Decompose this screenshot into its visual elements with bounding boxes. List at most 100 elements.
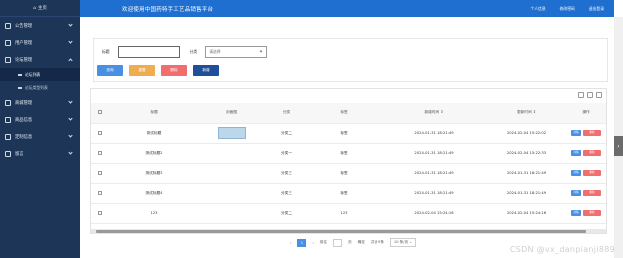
sidebar-home[interactable]: ⌂ 主页 (0, 0, 80, 17)
search-button[interactable]: 查询 (97, 65, 123, 76)
row-checkbox[interactable] (98, 130, 102, 135)
sidebar-item[interactable]: 定制信息 (0, 128, 80, 145)
row-checkbox[interactable] (98, 190, 102, 195)
operation-cell: 详情 删除 (564, 163, 606, 184)
detail-button[interactable]: 详情 (571, 170, 581, 176)
sidebar-item[interactable]: 用户管理 (0, 34, 80, 51)
updated-time-cell: 2024-01-31 18:21:49 (489, 183, 564, 204)
table-row: 测试标题3 分类三 标签 2024-01-31 18:21:49 2024-01-31 … (91, 163, 606, 184)
page-size-select[interactable]: 10 条/页 ⌄ (389, 238, 417, 247)
column-header: 分类 (264, 103, 309, 124)
category-cell: 分类二 (264, 203, 309, 224)
prev-page-icon[interactable]: ‹ (290, 241, 291, 245)
reset-button[interactable]: 重置 (129, 65, 155, 76)
chevron-right-icon[interactable]: › (614, 136, 623, 156)
chevron-down-icon: ⌄ (409, 240, 413, 244)
sidebar-menu: 公告管理用户管理 论坛管理论坛列表论坛类型列表商城管理商品信息定制信息留言 (0, 17, 80, 162)
row-checkbox[interactable] (98, 210, 102, 215)
cover-image-cell (199, 123, 264, 144)
add-button[interactable]: 新增 (193, 65, 219, 76)
title-cell: 123 (109, 203, 199, 224)
operation-cell: 详情 删除 (564, 123, 606, 144)
horizontal-scrollbar[interactable] (91, 229, 606, 233)
chevron-icon (68, 150, 73, 155)
scrollbar-thumb[interactable] (96, 229, 586, 233)
row-select-cell (91, 123, 109, 144)
grid-icon (5, 39, 11, 46)
row-checkbox[interactable] (98, 150, 102, 155)
sidebar-item[interactable]: 论坛管理 (0, 51, 80, 68)
category-cell: 分类二 (264, 123, 309, 144)
page-number[interactable]: 1 (297, 238, 307, 247)
row-delete-button[interactable]: 删除 (583, 130, 601, 136)
sidebar-item-label: 商城管理 (15, 100, 33, 106)
nav-change-password[interactable]: 修改密码 (560, 6, 575, 12)
grid-icon (5, 22, 11, 29)
nav-logout[interactable]: 退出登录 (589, 6, 604, 12)
grid-icon (5, 116, 11, 123)
sidebar-home-label: 主页 (37, 6, 47, 11)
next-page-icon[interactable]: › (312, 241, 313, 245)
cover-image-cell (199, 163, 264, 184)
row-delete-button[interactable]: 删除 (583, 210, 601, 216)
title-filter-label: 标题 (102, 49, 110, 54)
row-select-cell (91, 143, 109, 164)
detail-button[interactable]: 详情 (571, 130, 581, 136)
created-time-cell: 2024-02-04 15:24:16 (379, 203, 489, 224)
row-checkbox[interactable] (98, 170, 102, 175)
sidebar-subitem-label: 论坛类型列表 (25, 84, 48, 90)
action-buttons: 查询 重置 删除 新增 (97, 65, 219, 76)
row-delete-button[interactable]: 删除 (583, 150, 601, 156)
column-header[interactable]: 更新时间 ⇕ (489, 103, 564, 124)
grid-icon (5, 133, 11, 140)
created-time-cell: 2024-01-31 18:21:49 (379, 123, 489, 144)
row-delete-button[interactable]: 删除 (583, 170, 601, 176)
type-filter-select[interactable]: 请选择 (205, 46, 268, 58)
total-count: 共计5条 (370, 240, 384, 244)
detail-button[interactable]: 详情 (571, 190, 581, 196)
export-icon[interactable] (596, 92, 602, 98)
sidebar-item-label: 商品信息 (15, 117, 33, 123)
grid-icon (5, 150, 11, 157)
column-header[interactable]: 新增时间 ⇕ (379, 103, 489, 124)
tag-cell: 123 (309, 203, 379, 224)
table-row: 测试标题 分类二 标签 2024-01-31 18:21:49 2024-02-04 1… (91, 123, 606, 144)
nav-profile[interactable]: 个人信息 (530, 6, 545, 12)
column-header: 操作 (564, 103, 606, 124)
sidebar-item[interactable]: 公告管理 (0, 17, 80, 34)
list-icon (18, 86, 22, 89)
cover-image-cell (199, 183, 264, 204)
sidebar-subitem[interactable]: 论坛列表 (0, 68, 80, 81)
confirm-button[interactable]: 确定 (358, 240, 365, 245)
filter-row: 标题 分类 请选择 (102, 46, 268, 58)
sidebar-subitem-label: 论坛列表 (25, 71, 41, 77)
row-delete-button[interactable]: 删除 (583, 190, 601, 196)
title-filter-input[interactable] (117, 46, 180, 58)
page-title: 欢迎使用中国药特手工艺品销售平台 (122, 7, 214, 13)
created-time-cell: 2024-01-31 18:21:49 (379, 183, 489, 204)
table-toolbar (578, 92, 602, 98)
page-suffix: 页 (348, 240, 352, 244)
top-nav: 个人信息 修改密码 退出登录 (530, 6, 604, 12)
detail-button[interactable]: 详情 (571, 210, 581, 216)
sidebar-item-label: 留言 (15, 151, 24, 157)
goto-input[interactable] (333, 238, 343, 247)
sidebar-subitem[interactable]: 论坛类型列表 (0, 81, 80, 94)
chevron-icon (68, 58, 73, 63)
cover-thumbnail[interactable] (217, 127, 246, 139)
sidebar-item[interactable]: 留言 (0, 145, 80, 162)
tag-cell: 标签 (309, 163, 379, 184)
column-filter-icon[interactable] (578, 92, 584, 98)
detail-button[interactable]: 详情 (571, 150, 581, 156)
cover-image-cell (199, 203, 264, 224)
sidebar-item[interactable]: 商品信息 (0, 111, 80, 128)
list-icon (18, 73, 22, 76)
table-header-row: 标题 封面图 分类 标签 新增时间 ⇕ 更新时间 ⇕ 操作 (91, 103, 606, 124)
sidebar-item[interactable]: 商城管理 (0, 94, 80, 111)
select-all-checkbox[interactable] (98, 110, 102, 115)
sidebar-item-label: 公告管理 (15, 23, 33, 29)
delete-button[interactable]: 删除 (161, 65, 187, 76)
created-time-cell: 2024-01-31 18:21:49 (379, 163, 489, 184)
print-icon[interactable] (587, 92, 593, 98)
chevron-icon (68, 39, 73, 44)
